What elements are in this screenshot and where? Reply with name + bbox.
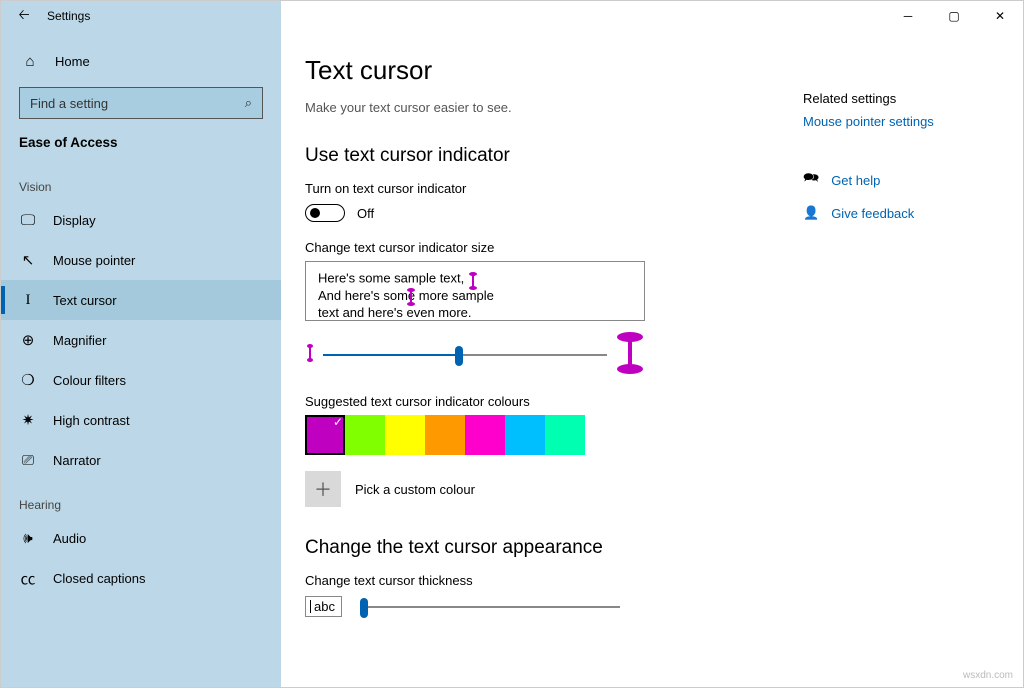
feedback-icon: 👤 <box>803 205 819 221</box>
mouse-icon: ↖ <box>19 251 37 269</box>
sidebar-item-label: Display <box>53 213 96 228</box>
home-nav[interactable]: ⌂ Home <box>1 41 281 81</box>
search-input[interactable]: Find a setting ⌕ <box>19 87 263 119</box>
slider-thumb[interactable] <box>455 346 463 366</box>
search-placeholder: Find a setting <box>30 96 108 111</box>
titlebar: 🡠 Settings ─ ▢ ✕ <box>1 1 1023 31</box>
preview-line: text and here's even more. <box>318 305 472 320</box>
minimize-button[interactable]: ─ <box>885 1 931 31</box>
toggle-state: Off <box>357 206 374 221</box>
cursor-indicator-icon <box>468 272 478 290</box>
slider-thumb[interactable] <box>360 598 368 618</box>
sidebar-item-label: Audio <box>53 531 86 546</box>
text-cursor-icon: I <box>19 292 37 309</box>
window-title: Settings <box>47 9 90 23</box>
sidebar-item-label: Text cursor <box>53 293 117 308</box>
custom-colour-button[interactable]: ＋ <box>305 471 341 507</box>
main-content: Text cursor Make your text cursor easier… <box>281 31 1023 687</box>
high-contrast-icon: ✷ <box>19 411 37 429</box>
back-button[interactable]: 🡠 <box>1 4 47 28</box>
small-indicator-icon <box>305 343 315 366</box>
feedback-link[interactable]: Give feedback <box>831 206 914 221</box>
sidebar-item-mouse[interactable]: ↖ Mouse pointer <box>1 240 281 280</box>
home-icon: ⌂ <box>21 53 39 70</box>
sidebar-item-label: Closed captions <box>53 571 146 586</box>
sidebar-item-closedcaptions[interactable]: ㏄ Closed captions <box>1 558 281 598</box>
section-appearance-header: Change the text cursor appearance <box>305 537 983 559</box>
sidebar-item-label: Narrator <box>53 453 101 468</box>
maximize-button[interactable]: ▢ <box>931 1 977 31</box>
watermark: wsxdn.com <box>963 670 1013 681</box>
colour-swatch[interactable] <box>425 415 465 455</box>
section-header: Ease of Access <box>1 131 281 162</box>
page-title: Text cursor <box>305 55 983 86</box>
sidebar-item-textcursor[interactable]: I Text cursor <box>1 280 281 320</box>
right-panel: Related settings Mouse pointer settings … <box>803 91 993 235</box>
sidebar-item-label: Mouse pointer <box>53 253 135 268</box>
colour-swatch[interactable] <box>305 415 345 455</box>
abc-text: abc <box>314 599 335 614</box>
sidebar-item-label: Magnifier <box>53 333 106 348</box>
cursor-indicator-icon <box>406 288 416 306</box>
colour-swatch[interactable] <box>545 415 585 455</box>
preview-box: Here's some sample text, And here's some… <box>305 261 645 321</box>
colour-swatch[interactable] <box>385 415 425 455</box>
preview-line: Here's some sample text, <box>318 270 464 285</box>
thickness-preview: abc <box>305 596 342 617</box>
sidebar-item-highcontrast[interactable]: ✷ High contrast <box>1 400 281 440</box>
help-icon: 🗪 <box>803 169 819 191</box>
colours-label: Suggested text cursor indicator colours <box>305 394 983 409</box>
colour-filters-icon: ❍ <box>19 371 37 389</box>
colour-swatch[interactable] <box>465 415 505 455</box>
sidebar-item-narrator[interactable]: ⎚ Narrator <box>1 440 281 480</box>
thickness-label: Change text cursor thickness <box>305 573 983 588</box>
audio-icon: 🕪 <box>19 530 37 547</box>
sidebar-item-display[interactable]: 🖵 Display <box>1 200 281 240</box>
sidebar-item-label: High contrast <box>53 413 130 428</box>
size-label: Change text cursor indicator size <box>305 240 983 255</box>
magnifier-icon: ⊕ <box>19 331 37 349</box>
get-help-link[interactable]: Get help <box>831 173 880 188</box>
window-controls: ─ ▢ ✕ <box>885 1 1023 31</box>
large-indicator-icon <box>615 331 645 378</box>
close-button[interactable]: ✕ <box>977 1 1023 31</box>
mouse-settings-link[interactable]: Mouse pointer settings <box>803 114 993 129</box>
group-vision: Vision <box>1 162 281 200</box>
search-icon: ⌕ <box>245 95 252 111</box>
display-icon: 🖵 <box>19 212 37 229</box>
sidebar-item-magnifier[interactable]: ⊕ Magnifier <box>1 320 281 360</box>
colour-swatch[interactable] <box>505 415 545 455</box>
sidebar-item-colourfilters[interactable]: ❍ Colour filters <box>1 360 281 400</box>
colour-swatches <box>305 415 983 455</box>
sidebar-item-audio[interactable]: 🕪 Audio <box>1 518 281 558</box>
indicator-toggle[interactable] <box>305 204 345 222</box>
indicator-size-slider[interactable] <box>305 331 645 378</box>
sidebar-item-label: Colour filters <box>53 373 126 388</box>
custom-colour-label: Pick a custom colour <box>355 482 475 497</box>
colour-swatch[interactable] <box>345 415 385 455</box>
narrator-icon: ⎚ <box>19 452 37 469</box>
group-hearing: Hearing <box>1 480 281 518</box>
sidebar: ⌂ Home Find a setting ⌕ Ease of Access V… <box>1 31 281 687</box>
thickness-slider[interactable] <box>360 606 620 608</box>
cc-icon: ㏄ <box>19 568 37 589</box>
related-header: Related settings <box>803 91 993 106</box>
home-label: Home <box>55 54 90 69</box>
